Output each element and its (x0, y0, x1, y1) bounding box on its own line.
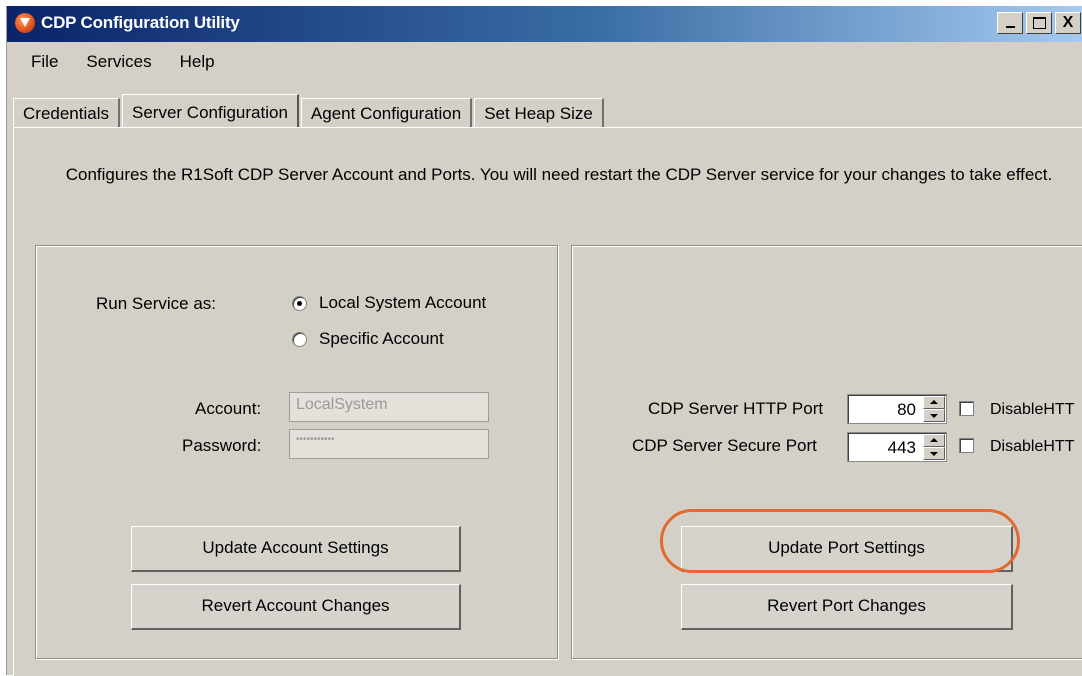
window-controls: X (997, 12, 1081, 36)
update-account-settings-button[interactable]: Update Account Settings (131, 526, 461, 572)
disable-https-label[interactable]: DisableHTT (990, 438, 1074, 456)
specific-account-radio[interactable] (292, 332, 307, 347)
http-port-stepper (923, 396, 945, 422)
tab-agent-configuration[interactable]: Agent Configuration (300, 98, 473, 128)
page-description: Configures the R1Soft CDP Server Account… (65, 165, 1053, 184)
disable-http-checkbox[interactable] (959, 401, 974, 416)
disable-http-label[interactable]: DisableHTT (990, 401, 1074, 419)
window-title: CDP Configuration Utility (41, 13, 240, 32)
secure-port-spinner[interactable]: 443 (847, 432, 947, 462)
title-bar[interactable]: CDP Configuration Utility X (7, 6, 1082, 42)
port-settings-group: CDP Server HTTP Port 80 DisableHTT CDP S… (571, 245, 1082, 659)
secure-port-stepper (923, 434, 945, 460)
http-port-up-arrow-icon[interactable] (923, 396, 945, 409)
menu-services[interactable]: Services (72, 48, 165, 76)
http-port-spinner[interactable]: 80 (847, 394, 947, 424)
run-service-label: Run Service as: (96, 294, 216, 313)
tab-credentials[interactable]: Credentials (13, 98, 120, 128)
tab-server-configuration[interactable]: Server Configuration (122, 94, 299, 128)
revert-port-changes-button[interactable]: Revert Port Changes (681, 584, 1013, 630)
menu-bar: File Services Help (7, 48, 229, 76)
menu-help[interactable]: Help (166, 48, 229, 76)
account-label: Account: (195, 399, 262, 418)
secure-port-up-arrow-icon[interactable] (923, 434, 945, 447)
menu-file[interactable]: File (7, 48, 72, 76)
password-field[interactable]: ••••••••••• (289, 429, 489, 459)
cdp-app-icon (15, 13, 35, 33)
update-port-settings-button[interactable]: Update Port Settings (681, 526, 1013, 572)
app-window: CDP Configuration Utility X File Service… (6, 6, 1082, 676)
tab-set-heap-size[interactable]: Set Heap Size (474, 98, 604, 128)
secure-port-label: CDP Server Secure Port (632, 436, 817, 455)
password-label: Password: (182, 436, 262, 455)
account-settings-group: Run Service as: Local System Account Spe… (35, 245, 558, 659)
http-port-down-arrow-icon[interactable] (923, 409, 945, 422)
secure-port-value[interactable]: 443 (888, 438, 916, 458)
minimize-button[interactable] (997, 12, 1023, 34)
local-system-radio[interactable] (292, 296, 307, 311)
server-configuration-page: Configures the R1Soft CDP Server Account… (13, 127, 1082, 676)
disable-https-checkbox[interactable] (959, 438, 974, 453)
http-port-label: CDP Server HTTP Port (648, 399, 824, 418)
tab-strip: Credentials Server Configuration Agent C… (13, 94, 606, 128)
account-field[interactable]: LocalSystem (289, 392, 489, 422)
revert-account-changes-button[interactable]: Revert Account Changes (131, 584, 461, 630)
specific-account-label[interactable]: Specific Account (319, 329, 444, 349)
secure-port-down-arrow-icon[interactable] (923, 447, 945, 460)
http-port-value[interactable]: 80 (897, 400, 916, 420)
local-system-label[interactable]: Local System Account (319, 293, 486, 313)
close-button[interactable]: X (1055, 12, 1081, 34)
maximize-button[interactable] (1026, 12, 1052, 34)
